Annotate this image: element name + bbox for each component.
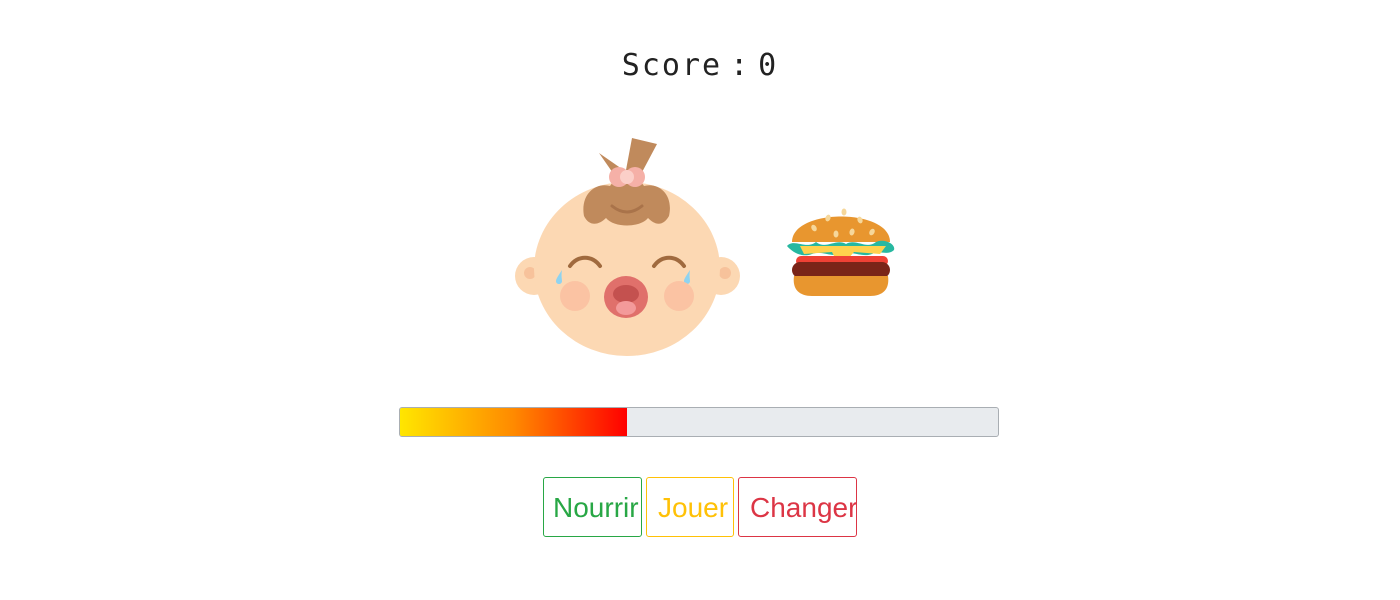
crying-baby-icon — [515, 138, 740, 356]
game-screen: Score:0 Nourrir Jouer Changer — [0, 0, 1400, 600]
score-label: Score — [621, 48, 723, 83]
action-buttons: Nourrir Jouer Changer — [0, 477, 1400, 537]
score-display: Score:0 — [0, 48, 1400, 83]
burger-icon[interactable] — [784, 194, 898, 300]
hunger-meter — [399, 407, 999, 437]
feed-button[interactable]: Nourrir — [543, 477, 642, 537]
score-separator: : — [730, 48, 751, 83]
play-button[interactable]: Jouer — [646, 477, 734, 537]
change-button[interactable]: Changer — [738, 477, 857, 537]
hunger-meter-fill — [400, 408, 628, 436]
score-value: 0 — [758, 48, 779, 83]
